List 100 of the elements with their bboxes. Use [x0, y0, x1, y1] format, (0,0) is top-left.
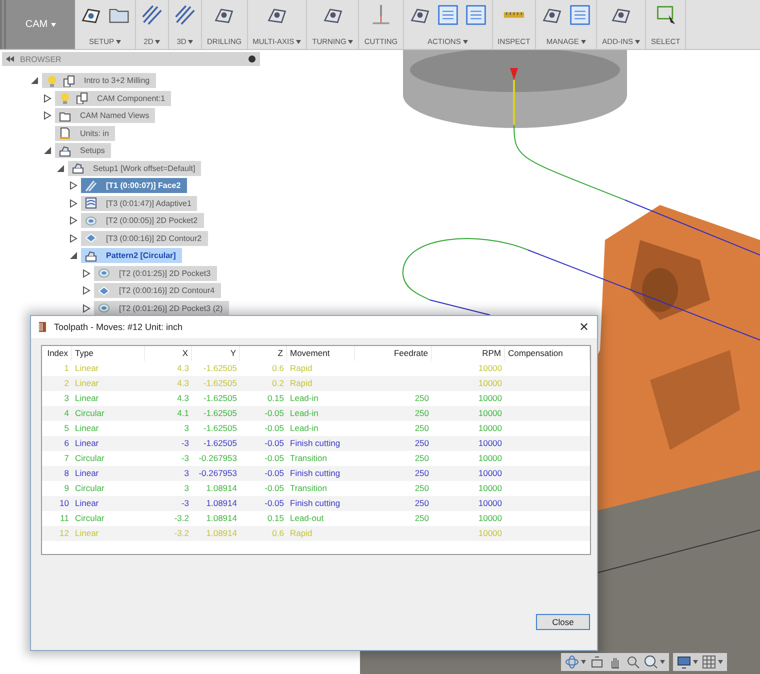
- expand-triangle-icon[interactable]: [82, 268, 91, 278]
- table-cell-text: 10000: [477, 423, 503, 434]
- tree-item-label: [T3 (0:01:47)] Adaptive1: [106, 198, 192, 208]
- expand-triangle-icon[interactable]: [82, 304, 91, 313]
- table-cell-text: 250: [414, 438, 430, 449]
- setup-icon: [72, 162, 84, 174]
- tree-item[interactable]: CAM Component:1: [55, 90, 172, 106]
- table-cell-text: Circular: [74, 453, 106, 464]
- tree-item-label: Units: in: [80, 128, 109, 138]
- close-dialog-button[interactable]: Close: [536, 614, 590, 630]
- table-cell-text: 4.3: [176, 363, 190, 374]
- table-cell-text: Lead-out: [289, 513, 325, 524]
- caret-icon: [296, 40, 302, 44]
- table-cell-text: -1.62505: [202, 378, 238, 389]
- table-cell-text: 1.08914: [205, 528, 238, 539]
- expand-triangle-icon[interactable]: [43, 94, 52, 103]
- table-cell-text: 3: [63, 393, 70, 404]
- table-cell-text: Transition: [289, 483, 328, 494]
- table-cell-text: 10000: [477, 393, 503, 404]
- tree-item[interactable]: Intro to 3+2 Milling: [42, 73, 156, 88]
- tree-item[interactable]: [T1 (0:00:07)] Face2: [81, 178, 187, 194]
- table-cell-text: 250: [414, 513, 430, 524]
- table-cell-text: Linear: [74, 363, 100, 374]
- hatch-icon[interactable]: [141, 4, 163, 26]
- table-cell-text: 250: [414, 468, 430, 479]
- grid-icon[interactable]: [702, 655, 716, 669]
- tree-item[interactable]: [T2 (0:00:16)] 2D Contour4: [94, 283, 221, 298]
- hatch-icon[interactable]: [174, 4, 196, 26]
- tree-item-label: Pattern2 [Circular]: [106, 251, 176, 260]
- tool-tip-marker: [510, 68, 518, 80]
- pin-icon[interactable]: [248, 55, 256, 63]
- table-cell-text: 0.15: [266, 513, 285, 524]
- table-cell-text: Lead-in: [289, 393, 320, 404]
- table-cell-text: -1.62505: [202, 363, 238, 374]
- tree-item[interactable]: CAM Named Views: [55, 108, 156, 124]
- workspace-menu-button[interactable]: CAM: [0, 0, 75, 49]
- setup-icon: [85, 250, 97, 262]
- table-cell-text: -0.05: [264, 423, 285, 434]
- tree-item[interactable]: Pattern2 [Circular]: [81, 248, 182, 264]
- table-cell-text: -3: [180, 438, 190, 449]
- caret-icon: [635, 40, 640, 44]
- table-cell-text: 3: [183, 483, 190, 494]
- table-cell-text: Linear: [74, 423, 100, 434]
- table-cell-text: Linear: [74, 378, 100, 389]
- table-cell-text: 1.08914: [205, 483, 238, 494]
- table-cell-text: -0.05: [264, 483, 285, 494]
- orbit-icon[interactable]: [565, 655, 579, 669]
- lightbulb-icon: [46, 74, 58, 87]
- expand-triangle-icon[interactable]: [69, 198, 78, 208]
- look-at-icon[interactable]: [590, 655, 604, 669]
- table-cell-text: 10000: [477, 453, 503, 464]
- table-cell-text: -3: [180, 498, 190, 509]
- component-icon: [63, 74, 75, 87]
- pocket-toolpath-icon: [85, 214, 97, 227]
- sheet-icon[interactable]: [436, 4, 459, 26]
- expand-triangle-icon[interactable]: [82, 286, 91, 296]
- expand-triangle-icon[interactable]: [69, 234, 78, 243]
- close-button[interactable]: ✕: [576, 320, 591, 334]
- table-cell-text: -0.05: [264, 498, 285, 509]
- table-cell-text: 0.15: [266, 393, 285, 404]
- select-icon[interactable]: [654, 4, 677, 26]
- contour-toolpath-icon: [85, 232, 97, 244]
- tree-item[interactable]: [T3 (0:01:47)] Adaptive1: [81, 196, 198, 211]
- sheet-icon[interactable]: [569, 4, 592, 26]
- collapse-triangle-icon[interactable]: [43, 146, 52, 156]
- tree-item-label: [T2 (0:01:26)] 2D Pocket3 (2): [119, 304, 223, 313]
- tree-item[interactable]: Setups: [55, 143, 111, 158]
- collapse-triangle-icon[interactable]: [69, 251, 78, 260]
- tree-item[interactable]: Units: in: [55, 126, 115, 141]
- fit-icon[interactable]: [644, 655, 658, 669]
- expand-triangle-icon[interactable]: [69, 216, 78, 226]
- expand-triangle-icon[interactable]: [69, 181, 78, 190]
- table-cell-text: 1.08914: [205, 498, 238, 509]
- table-cell-text: 7: [63, 453, 70, 464]
- table-cell-text: 1: [63, 363, 70, 374]
- table-cell-text: Linear: [74, 528, 100, 539]
- tree-item[interactable]: [T2 (0:01:26)] 2D Pocket3 (2): [94, 300, 229, 316]
- table-cell-text: 0.2: [271, 378, 285, 389]
- tree-item[interactable]: [T2 (0:01:25)] 2D Pocket3: [94, 266, 217, 281]
- collapse-panel-icon[interactable]: [6, 56, 14, 62]
- collapse-triangle-icon[interactable]: [30, 76, 39, 86]
- tree-item[interactable]: [T2 (0:00:05)] 2D Pocket2: [81, 213, 204, 228]
- caret-icon: [50, 22, 56, 26]
- tree-item[interactable]: Setup1 [Work offset=Default]: [68, 160, 202, 176]
- sheet-icon[interactable]: [464, 4, 487, 26]
- display-icon[interactable]: [677, 655, 691, 669]
- caret-icon: [155, 40, 160, 44]
- expand-triangle-icon[interactable]: [43, 111, 52, 120]
- tree-item[interactable]: [T3 (0:00:16)] 2D Contour2: [81, 230, 208, 246]
- table-cell-text: Circular: [74, 513, 106, 524]
- face-toolpath-icon: [85, 180, 97, 192]
- table-cell-text: 0.6: [271, 528, 285, 539]
- table-cell-text: 10000: [477, 468, 503, 479]
- caret-icon: [348, 40, 354, 44]
- table-cell-text: Linear: [74, 468, 100, 479]
- tree-item-label: Setup1 [Work offset=Default]: [93, 164, 196, 173]
- collapse-triangle-icon[interactable]: [56, 164, 65, 173]
- table-cell-text: 2: [63, 378, 70, 389]
- caret-icon: [580, 40, 586, 44]
- zoom-icon[interactable]: [626, 655, 640, 669]
